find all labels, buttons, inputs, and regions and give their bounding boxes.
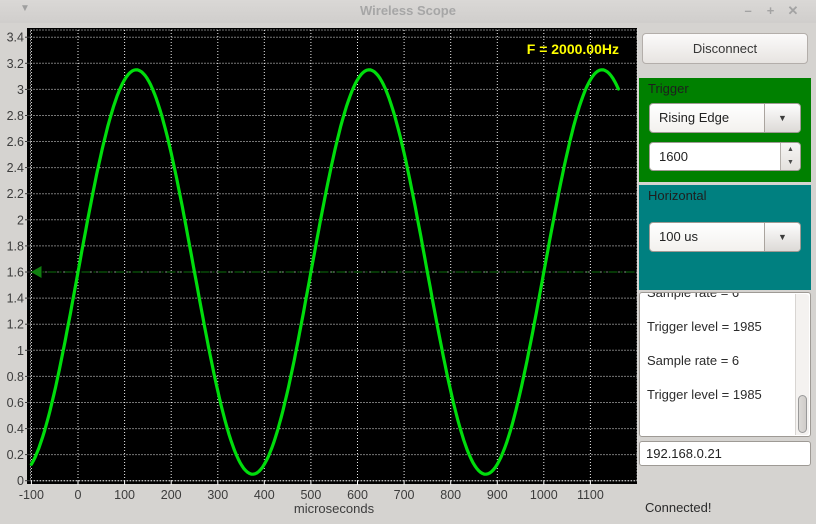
- connection-status: Connected!: [645, 500, 712, 515]
- svg-text:600: 600: [347, 488, 368, 502]
- trigger-group-label: Trigger: [648, 81, 689, 96]
- window-title: Wireless Scope: [360, 3, 456, 18]
- plot-canvas[interactable]: -100 0 100 200 300 400 500 600 700 800 900 1000 1100…: [0, 23, 640, 524]
- maximize-button[interactable]: +: [762, 3, 780, 18]
- log-area[interactable]: Sample rate = 6 Trigger level = 1985 Sam…: [639, 292, 811, 437]
- svg-text:0.6: 0.6: [7, 396, 24, 410]
- svg-text:3.4: 3.4: [7, 31, 24, 45]
- svg-text:0.4: 0.4: [7, 422, 24, 436]
- svg-text:-100: -100: [19, 488, 44, 502]
- svg-text:0.2: 0.2: [7, 448, 24, 462]
- svg-text:0: 0: [17, 474, 24, 488]
- wireless-scope-window: ▼ Wireless Scope – + ✕ -100 0 100 200 300 400…: [0, 0, 816, 524]
- trigger-level-spinbox[interactable]: 1600 ▲ ▼: [649, 142, 801, 171]
- svg-text:2.6: 2.6: [7, 135, 24, 149]
- svg-text:400: 400: [254, 488, 275, 502]
- log-scrollbar[interactable]: [795, 294, 809, 435]
- log-content: Sample rate = 6 Trigger level = 1985 Sam…: [647, 292, 762, 402]
- disconnect-button[interactable]: Disconnect: [642, 33, 808, 64]
- trigger-edge-select[interactable]: Rising Edge ▼: [649, 103, 801, 133]
- svg-text:F = 2000.00Hz: F = 2000.00Hz: [527, 41, 619, 57]
- svg-text:200: 200: [161, 488, 182, 502]
- svg-text:2.8: 2.8: [7, 109, 24, 123]
- svg-text:500: 500: [300, 488, 321, 502]
- svg-text:300: 300: [207, 488, 228, 502]
- svg-text:0.8: 0.8: [7, 370, 24, 384]
- chevron-down-icon: ▼: [778, 113, 787, 123]
- spinbox-buttons: ▲ ▼: [780, 143, 800, 170]
- svg-text:900: 900: [487, 488, 508, 502]
- svg-text:1.4: 1.4: [7, 292, 24, 306]
- close-button[interactable]: ✕: [784, 3, 802, 19]
- svg-text:1.8: 1.8: [7, 239, 24, 253]
- trigger-edge-dropdown-button[interactable]: ▼: [764, 104, 800, 132]
- window-controls: – + ✕: [739, 2, 802, 20]
- svg-text:1100: 1100: [577, 488, 604, 502]
- timebase-value: 100 us: [659, 229, 699, 244]
- trigger-group: Trigger Rising Edge ▼ 1600 ▲ ▼: [639, 78, 811, 182]
- svg-text:2: 2: [17, 213, 24, 227]
- svg-text:2.2: 2.2: [7, 187, 24, 201]
- svg-text:3: 3: [17, 83, 24, 97]
- timebase-dropdown-button[interactable]: ▼: [764, 223, 800, 251]
- horizontal-group-label: Horizontal: [648, 188, 707, 203]
- svg-text:1.6: 1.6: [7, 266, 24, 280]
- svg-text:100: 100: [114, 488, 135, 502]
- trigger-level-value: 1600: [659, 149, 688, 164]
- timebase-select[interactable]: 100 us ▼: [649, 222, 801, 252]
- svg-text:0: 0: [75, 488, 82, 502]
- log-scrollbar-thumb[interactable]: [798, 395, 807, 433]
- minimize-button[interactable]: –: [739, 3, 757, 18]
- svg-text:800: 800: [440, 488, 461, 502]
- spin-down-icon[interactable]: ▼: [781, 156, 800, 169]
- svg-text:microseconds: microseconds: [294, 501, 375, 516]
- svg-text:2.4: 2.4: [7, 161, 24, 175]
- spin-up-icon[interactable]: ▲: [781, 143, 800, 156]
- titlebar: ▼ Wireless Scope – + ✕: [0, 0, 816, 23]
- svg-text:3.2: 3.2: [7, 57, 24, 71]
- svg-text:1000: 1000: [530, 488, 558, 502]
- trigger-edge-value: Rising Edge: [659, 110, 730, 125]
- svg-text:1.2: 1.2: [7, 318, 24, 332]
- chevron-down-icon: ▼: [778, 232, 787, 242]
- svg-text:700: 700: [394, 488, 415, 502]
- ip-address-input[interactable]: [639, 441, 811, 466]
- svg-text:1: 1: [17, 344, 24, 358]
- oscilloscope-plot[interactable]: -100 0 100 200 300 400 500 600 700 800 900 1000 1100…: [0, 23, 640, 524]
- horizontal-group: Horizontal 100 us ▼: [639, 185, 811, 290]
